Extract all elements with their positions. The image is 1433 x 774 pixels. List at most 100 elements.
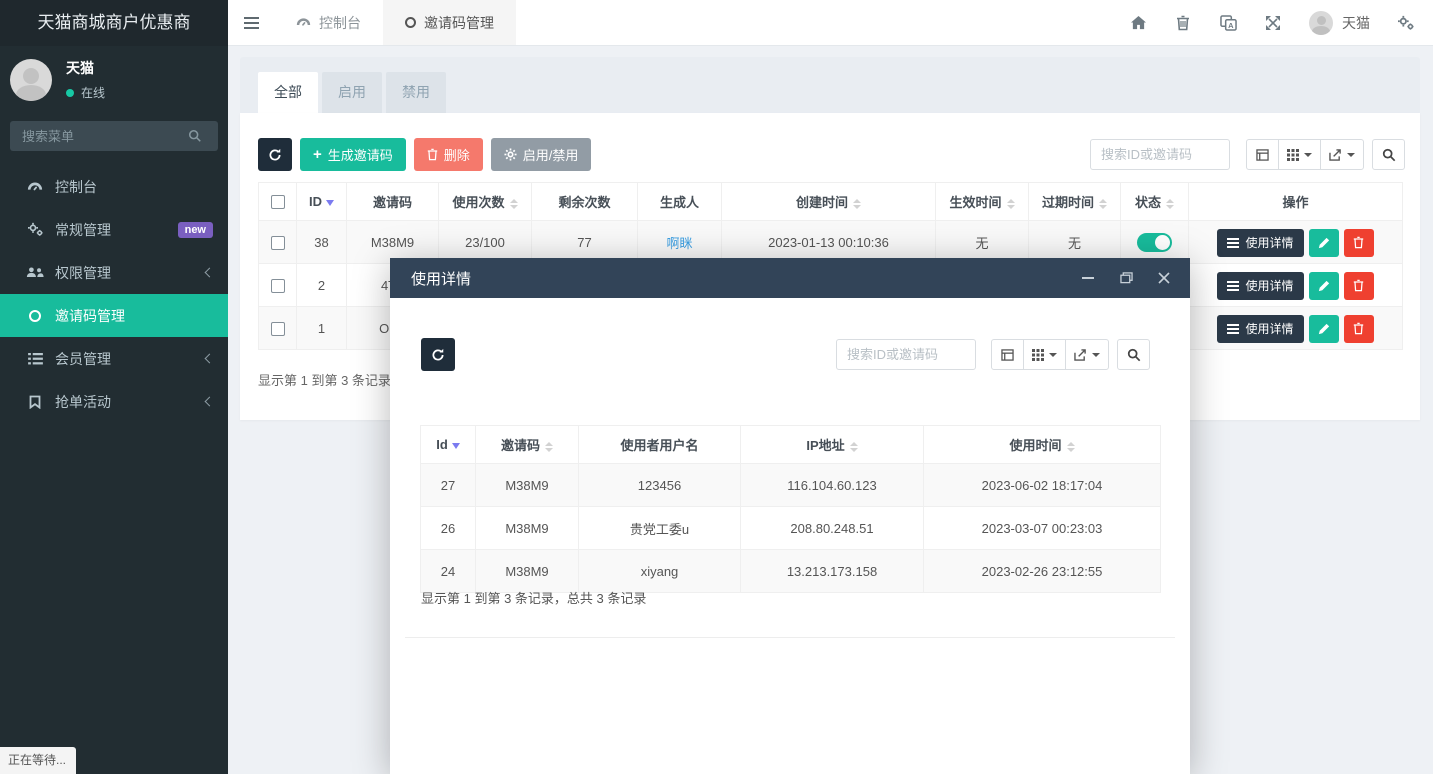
sidebar-item-label: 权限管理	[55, 263, 111, 283]
list-icon	[1227, 324, 1239, 334]
col-header-id[interactable]: Id	[421, 426, 476, 464]
sidebar-item-members[interactable]: 会员管理	[0, 337, 228, 380]
modal-table-tools	[836, 339, 1150, 370]
col-header-creator: 生成人	[638, 183, 722, 221]
user-name: 天猫	[66, 58, 105, 78]
tachometer-icon	[24, 180, 46, 194]
table-search-input[interactable]	[1090, 139, 1230, 170]
close-icon[interactable]	[1156, 270, 1172, 286]
trash-icon[interactable]	[1174, 14, 1192, 32]
sidebar-item-permissions[interactable]: 权限管理	[0, 251, 228, 294]
gears-icon[interactable]	[1397, 14, 1415, 32]
maximize-icon[interactable]	[1118, 270, 1134, 286]
card-view-button[interactable]	[1246, 139, 1279, 170]
table-tools	[1090, 139, 1405, 170]
navbar-tab-label: 邀请码管理	[424, 13, 494, 33]
col-header-id[interactable]: ID	[297, 183, 347, 221]
translate-icon[interactable]: A	[1219, 14, 1237, 32]
col-header-created[interactable]: 创建时间	[722, 183, 936, 221]
modal-header[interactable]: 使用详情	[390, 258, 1190, 298]
col-header-expire[interactable]: 过期时间	[1029, 183, 1121, 221]
export-button[interactable]	[1065, 339, 1109, 370]
navbar-tab-dashboard[interactable]: 控制台	[274, 0, 383, 45]
chevron-left-icon	[205, 268, 215, 278]
modal-refresh-button[interactable]	[421, 338, 455, 371]
navbar-tab-label: 控制台	[319, 13, 361, 33]
filter-tab-all[interactable]: 全部	[258, 72, 318, 113]
avatar	[10, 59, 52, 101]
col-header-used-time[interactable]: 使用时间	[924, 426, 1161, 464]
plus-icon: +	[313, 147, 322, 162]
table-row: 26 M38M9 贵党工委u 208.80.248.51 2023-03-07 …	[421, 507, 1161, 550]
tachometer-icon	[296, 16, 311, 29]
avatar	[1309, 11, 1333, 35]
delete-row-button[interactable]	[1344, 272, 1374, 300]
generate-code-label: 生成邀请码	[328, 145, 393, 164]
col-header-ip[interactable]: IP地址	[741, 426, 924, 464]
row-checkbox[interactable]	[271, 236, 285, 250]
pencil-icon	[1318, 280, 1330, 292]
card-view-icon	[1001, 349, 1014, 361]
home-icon[interactable]	[1129, 14, 1147, 32]
usage-detail-button[interactable]: 使用详情	[1217, 229, 1303, 257]
sidebar-item-dashboard[interactable]: 控制台	[0, 165, 228, 208]
filter-tab-enabled[interactable]: 启用	[322, 72, 382, 113]
usage-detail-button[interactable]: 使用详情	[1217, 272, 1303, 300]
edit-button[interactable]	[1309, 229, 1339, 257]
status-toggle[interactable]	[1137, 233, 1172, 252]
sort-icon	[510, 199, 518, 209]
users-icon	[24, 266, 46, 279]
col-header-code: 邀请码	[347, 183, 439, 221]
export-button[interactable]	[1320, 139, 1364, 170]
row-checkbox[interactable]	[271, 279, 285, 293]
modal-search-input[interactable]	[836, 339, 976, 370]
navbar-right: A 天猫	[1129, 0, 1433, 45]
col-header-remaining: 剩余次数	[532, 183, 638, 221]
user-menu[interactable]: 天猫	[1309, 11, 1370, 35]
table-row: 27 M38M9 123456 116.104.60.123 2023-06-0…	[421, 464, 1161, 507]
columns-button[interactable]	[1278, 139, 1321, 170]
svg-text:A: A	[1228, 20, 1234, 29]
row-checkbox[interactable]	[271, 322, 285, 336]
delete-row-button[interactable]	[1344, 315, 1374, 343]
fullscreen-icon[interactable]	[1264, 14, 1282, 32]
user-status-label: 在线	[81, 84, 105, 101]
sidebar: 天猫商城商户优惠商 天猫 在线 控制台	[0, 0, 228, 774]
col-header-code[interactable]: 邀请码	[476, 426, 579, 464]
sidebar-search	[10, 121, 218, 151]
sidebar-item-invite-codes[interactable]: 邀请码管理	[0, 294, 228, 337]
creator-link[interactable]: 啊眯	[666, 236, 692, 251]
navbar-tab-invite-codes[interactable]: 邀请码管理	[383, 0, 516, 45]
columns-button[interactable]	[1023, 339, 1066, 370]
enable-disable-button[interactable]: 启用/禁用	[491, 138, 592, 171]
delete-button[interactable]: 删除	[414, 138, 483, 171]
trash-icon	[427, 148, 438, 161]
col-header-used[interactable]: 使用次数	[439, 183, 532, 221]
refresh-button[interactable]	[258, 138, 292, 171]
modal-search-button[interactable]	[1117, 339, 1150, 370]
generate-code-button[interactable]: + 生成邀请码	[300, 138, 406, 171]
col-header-effective[interactable]: 生效时间	[936, 183, 1029, 221]
export-icon	[1329, 149, 1342, 161]
status-tooltip: 正在等待...	[0, 747, 76, 774]
sidebar-item-general[interactable]: 常规管理 new	[0, 208, 228, 251]
sidebar-item-grab-orders[interactable]: 抢单活动	[0, 380, 228, 423]
sidebar-search-input[interactable]	[10, 121, 218, 151]
select-all-checkbox[interactable]	[271, 195, 285, 209]
user-panel: 天猫 在线	[0, 46, 228, 115]
sidebar-search-button[interactable]	[188, 125, 214, 147]
edit-button[interactable]	[1309, 315, 1339, 343]
minimize-icon[interactable]	[1080, 270, 1096, 286]
usage-detail-button[interactable]: 使用详情	[1217, 315, 1303, 343]
delete-row-button[interactable]	[1344, 229, 1374, 257]
search-button[interactable]	[1372, 139, 1405, 170]
edit-button[interactable]	[1309, 272, 1339, 300]
filter-tab-disabled[interactable]: 禁用	[386, 72, 446, 113]
card-view-button[interactable]	[991, 339, 1024, 370]
sidebar-item-label: 抢单活动	[55, 392, 111, 412]
new-badge: new	[178, 222, 213, 238]
trash-icon	[1353, 236, 1364, 249]
col-header-status[interactable]: 状态	[1121, 183, 1189, 221]
record-count-summary: 显示第 1 到第 3 条记录	[258, 370, 391, 389]
sidebar-toggle-icon[interactable]	[228, 0, 274, 45]
